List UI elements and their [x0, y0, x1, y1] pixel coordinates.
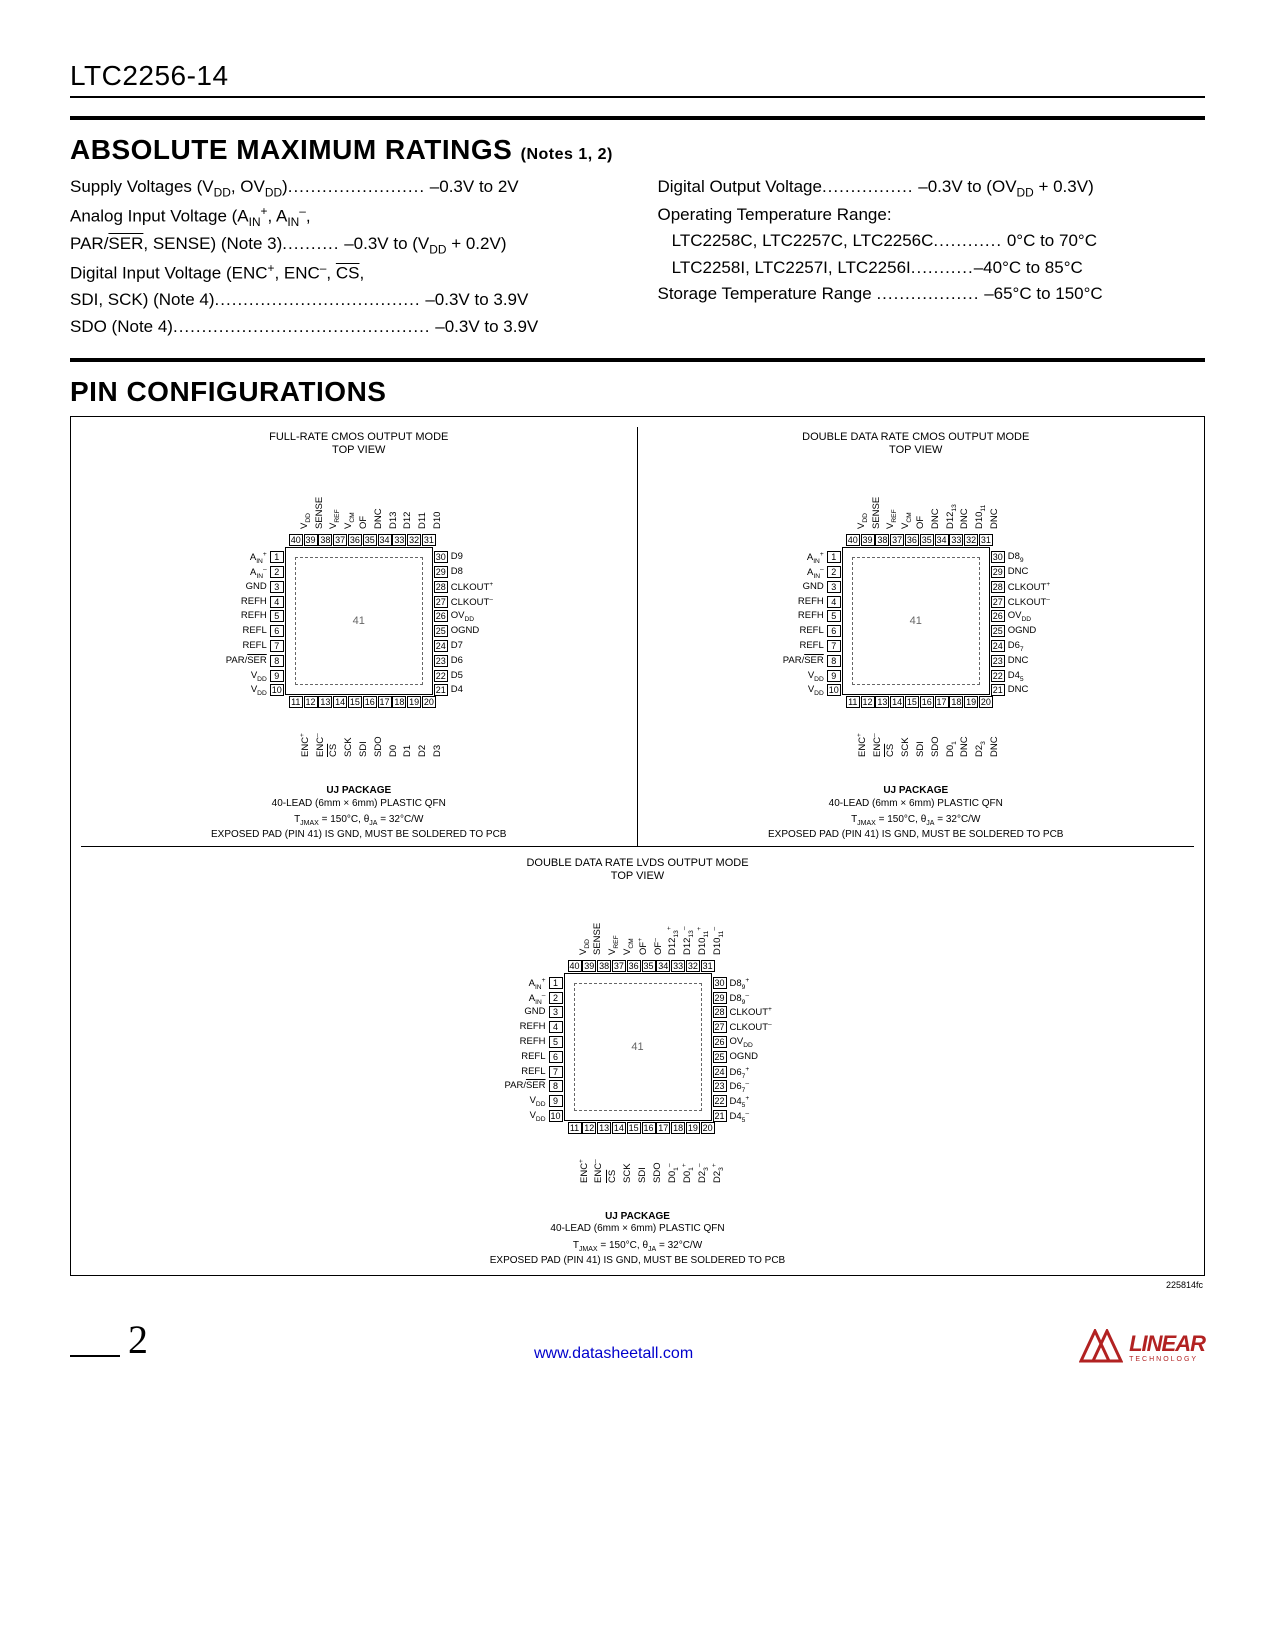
doc-code: 225814fc — [70, 1276, 1205, 1290]
package-diagram: 411AIN+2AIN–3GND4REFH5REFH6REFL7REFL8PAR… — [756, 461, 1076, 781]
section-heading-pin: PIN CONFIGURATIONS — [70, 376, 1205, 408]
part-number: LTC2256-14 — [70, 60, 1205, 92]
ratings-columns: Supply Voltages (VDD, OVDD).............… — [70, 174, 1205, 340]
rule — [70, 358, 1205, 362]
rule — [70, 116, 1205, 120]
ratings-col-right: Digital Output Voltage................ –… — [658, 174, 1206, 340]
section-heading-amr: ABSOLUTE MAXIMUM RATINGS (Notes 1, 2) — [70, 134, 1205, 166]
package-diagram: 411AIN+2AIN–3GND4REFH5REFH6REFL7REFL8PAR… — [199, 461, 519, 781]
page-number: 2 — [128, 1316, 148, 1363]
pin-configurations-box: FULL-RATE CMOS OUTPUT MODETOP VIEW 411AIN… — [70, 416, 1205, 1276]
linear-logo: LINEAR TECHNOLOGY — [1079, 1329, 1205, 1363]
pinout-title: DOUBLE DATA RATE CMOS OUTPUT MODETOP VIE… — [802, 431, 1029, 457]
notes-ref: (Notes 1, 2) — [521, 146, 613, 163]
ratings-col-left: Supply Voltages (VDD, OVDD).............… — [70, 174, 618, 340]
footer-link[interactable]: www.datasheetall.com — [534, 1345, 693, 1363]
package-diagram: 411AIN+2AIN–3GND4REFH5REFH6REFL7REFL8PAR… — [478, 887, 798, 1207]
pinout-title: FULL-RATE CMOS OUTPUT MODETOP VIEW — [269, 431, 448, 457]
pinout-title: DOUBLE DATA RATE LVDS OUTPUT MODETOP VIE… — [526, 857, 748, 883]
